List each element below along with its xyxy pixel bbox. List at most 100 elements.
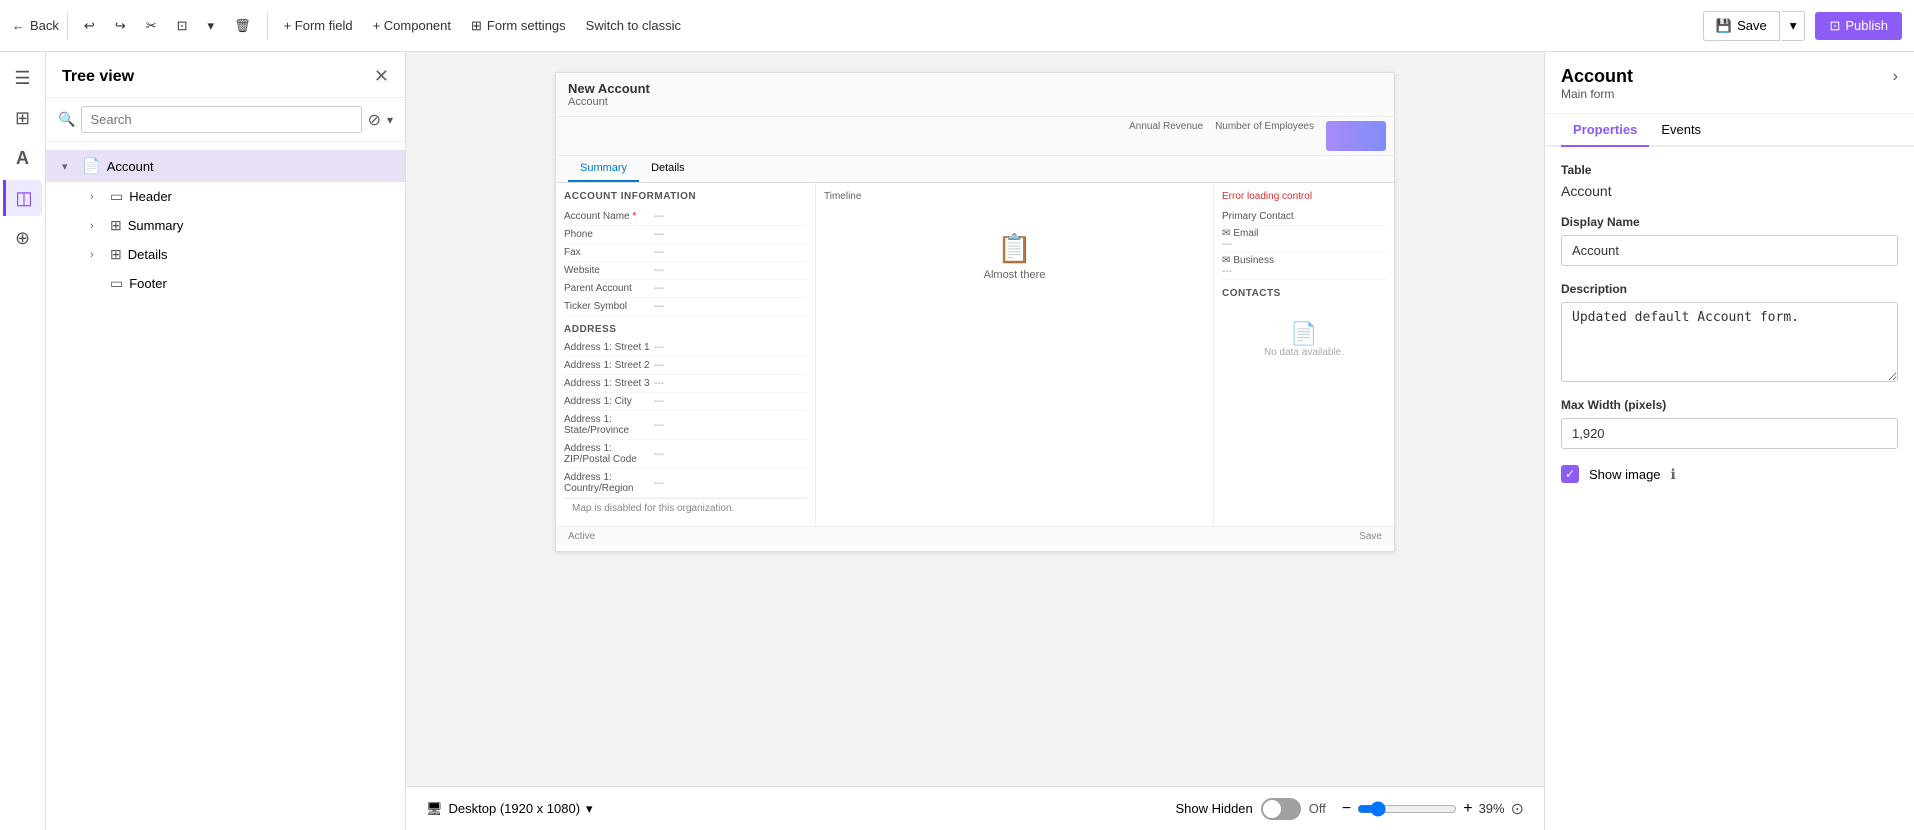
account-form-icon: 📄 (82, 157, 101, 175)
form-field-button[interactable]: + Form field (276, 14, 361, 37)
copy-button[interactable]: ⊡ (169, 14, 196, 38)
dropdown-button[interactable]: ▾ (200, 14, 223, 38)
redo-button[interactable]: ↪ (107, 14, 134, 38)
preview-top-bar: Annual Revenue Number of Employees (556, 117, 1394, 156)
show-image-checkbox[interactable]: ✓ (1561, 465, 1579, 483)
field-city: Address 1: City --- (564, 393, 807, 411)
ticker-symbol-label: Ticker Symbol (564, 301, 654, 312)
filter-caret-button[interactable]: ▾ (387, 113, 393, 127)
description-textarea[interactable]: Updated default Account form. (1561, 302, 1898, 382)
save-button[interactable]: 💾 Save (1703, 11, 1780, 41)
preview-save: Save (1359, 531, 1382, 542)
field-zip: Address 1: ZIP/Postal Code --- (564, 440, 807, 469)
search-icon: 🔍 (58, 111, 75, 128)
right-field-primary-contact: Primary Contact (1222, 208, 1386, 226)
props-body: Table Account Display Name Description U… (1545, 147, 1914, 499)
preview-tab-details[interactable]: Details (639, 156, 697, 182)
preview-tab-summary[interactable]: Summary (568, 156, 639, 182)
preview-left-column: ACCOUNT INFORMATION Account Name * --- P… (556, 183, 816, 526)
preview-body: ACCOUNT INFORMATION Account Name * --- P… (556, 183, 1394, 526)
street1-label: Address 1: Street 1 (564, 342, 654, 353)
form-settings-icon: ⊞ (471, 18, 482, 34)
undo-button[interactable]: ↩ (76, 14, 103, 38)
form-preview: New Account Account Annual Revenue Numbe… (555, 72, 1395, 552)
map-disabled-text: Map is disabled for this organization. (572, 503, 734, 514)
sidebar-item-hamburger[interactable]: ☰ (5, 60, 41, 96)
tree-item-details[interactable]: › ⊞ Details (46, 240, 405, 269)
sidebar-item-layers[interactable]: ◫ (3, 180, 42, 216)
sidebar-item-grid[interactable]: ⊞ (5, 100, 41, 136)
website-val: --- (654, 265, 664, 276)
save-icon: 💾 (1716, 18, 1732, 34)
filter-caret-icon: ▾ (387, 113, 393, 127)
expand-icon-header: › (90, 191, 104, 203)
delete-icon: 🗑 (234, 18, 251, 34)
desktop-selector[interactable]: 🖥 Desktop (1920 x 1080) ▾ (426, 801, 593, 817)
expand-icon-account: ▾ (62, 160, 76, 173)
monitor-icon: 🖥 (426, 801, 443, 817)
filter-button[interactable]: ⊘ (368, 110, 381, 130)
zoom-slider[interactable] (1357, 801, 1457, 817)
cut-button[interactable]: ✂ (138, 14, 165, 38)
form-field-label: + Form field (284, 18, 353, 33)
component-label: + Component (373, 18, 451, 33)
summary-label: Summary (128, 218, 184, 233)
header-icon: ▭ (110, 188, 123, 205)
toolbar-separator-1 (67, 12, 68, 40)
switch-classic-button[interactable]: Switch to classic (578, 14, 689, 37)
parent-account-val: --- (654, 283, 664, 294)
expand-icon-summary: › (90, 220, 104, 232)
tree-item-header[interactable]: › ▭ Header (46, 182, 405, 211)
save-caret-button[interactable]: ▾ (1782, 11, 1806, 41)
show-hidden-toggle[interactable] (1261, 798, 1301, 820)
preview-title: New Account (568, 81, 1382, 96)
filter-icon: ⊘ (368, 112, 381, 129)
undo-icon: ↩ (84, 18, 95, 34)
contacts-area: 📄 No data available. (1222, 305, 1386, 374)
delete-button[interactable]: 🗑 (226, 14, 259, 38)
redo-icon: ↪ (115, 18, 126, 34)
zoom-plus-button[interactable]: + (1463, 800, 1472, 818)
footer-icon: ▭ (110, 275, 123, 292)
bottom-bar: 🖥 Desktop (1920 x 1080) ▾ Show Hidden Of… (406, 786, 1544, 830)
properties-panel: Account › Main form Properties Events Ta… (1544, 52, 1914, 830)
save-label: Save (1737, 18, 1767, 33)
zoom-minus-button[interactable]: − (1342, 800, 1351, 818)
fax-val: --- (654, 247, 664, 258)
field-street1: Address 1: Street 1 --- (564, 339, 807, 357)
props-tabs: Properties Events (1545, 114, 1914, 147)
field-fax: Fax --- (564, 244, 807, 262)
business-field-label: Business (1233, 255, 1274, 266)
tree-item-footer[interactable]: › ▭ Footer (46, 269, 405, 298)
props-tab-properties[interactable]: Properties (1561, 114, 1649, 147)
sidebar-item-components[interactable]: ⊕ (5, 220, 41, 256)
icon-sidebar: ☰ ⊞ A ◫ ⊕ (0, 52, 46, 830)
props-tab-events[interactable]: Events (1649, 114, 1713, 147)
back-button[interactable]: ← Back (12, 18, 59, 33)
fit-to-screen-icon[interactable]: ⊙ (1511, 799, 1524, 819)
info-icon[interactable]: ℹ (1671, 466, 1676, 483)
component-button[interactable]: + Component (365, 14, 459, 37)
map-disabled-notice: Map is disabled for this organization. (564, 498, 807, 518)
display-name-input[interactable] (1561, 235, 1898, 266)
contacts-icon: 📄 (1290, 321, 1317, 347)
canvas-area: New Account Account Annual Revenue Numbe… (406, 52, 1544, 786)
show-hidden-control: Show Hidden Off (1175, 798, 1325, 820)
tree-item-account[interactable]: ▾ 📄 Account (46, 150, 405, 182)
annual-revenue-label: Annual Revenue (1129, 121, 1203, 151)
tree-item-summary[interactable]: › ⊞ Summary (46, 211, 405, 240)
sidebar-item-text[interactable]: A (5, 140, 41, 176)
components-icon: ⊕ (15, 228, 30, 249)
form-settings-button[interactable]: ⊞ Form settings (463, 14, 574, 38)
props-subtitle: Main form (1561, 87, 1898, 101)
save-caret-icon: ▾ (1790, 18, 1797, 33)
tree-panel: Tree view ✕ 🔍 ⊘ ▾ ▾ 📄 Account › (46, 52, 406, 830)
props-chevron-button[interactable]: › (1893, 68, 1898, 86)
zoom-control: − + 39% ⊙ (1342, 799, 1524, 819)
num-employees-label: Number of Employees (1215, 121, 1314, 151)
publish-button[interactable]: ⊡ Publish (1815, 12, 1902, 40)
field-street2: Address 1: Street 2 --- (564, 357, 807, 375)
search-input[interactable] (81, 106, 361, 133)
tree-close-button[interactable]: ✕ (374, 66, 389, 87)
max-width-input[interactable] (1561, 418, 1898, 449)
